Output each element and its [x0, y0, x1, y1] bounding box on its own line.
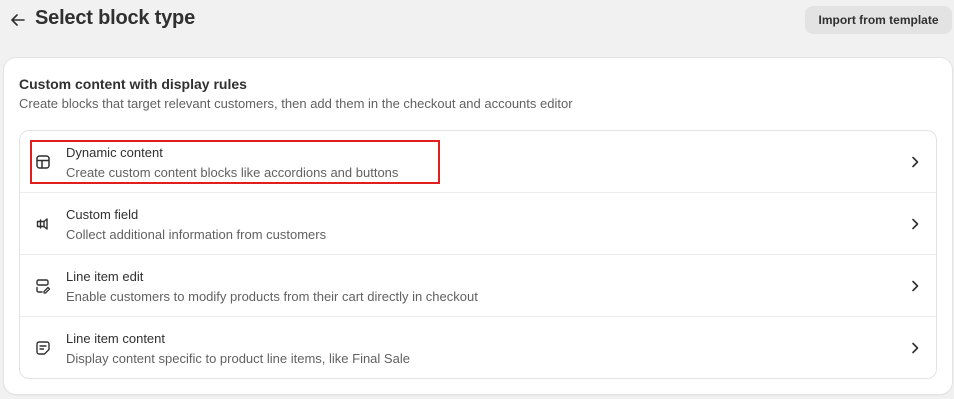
chevron-right-icon [908, 278, 922, 294]
block-type-title: Dynamic content [66, 145, 163, 160]
arrow-left-icon[interactable] [8, 10, 28, 30]
note-icon [34, 339, 52, 357]
import-from-template-button[interactable]: Import from template [805, 6, 952, 34]
card-subtitle: Create blocks that target relevant custo… [19, 96, 573, 111]
block-type-title: Custom field [66, 207, 139, 222]
block-type-description: Collect additional information from cust… [66, 227, 327, 242]
chevron-right-icon [908, 340, 922, 356]
block-type-line-item-edit[interactable]: Line item edit Enable customers to modif… [20, 255, 936, 317]
custom-field-icon [34, 215, 52, 233]
card-title: Custom content with display rules [19, 76, 247, 92]
block-type-title: Line item edit [66, 269, 144, 284]
block-type-custom-field[interactable]: Custom field Collect additional informat… [20, 193, 936, 255]
block-type-list: Dynamic content Create custom content bl… [19, 130, 937, 379]
chevron-right-icon [908, 154, 922, 170]
block-type-card: Custom content with display rules Create… [4, 58, 952, 394]
page-title: Select block type [35, 7, 195, 29]
block-type-dynamic-content[interactable]: Dynamic content Create custom content bl… [20, 131, 936, 193]
chevron-right-icon [908, 216, 922, 232]
block-type-line-item-content[interactable]: Line item content Display content specif… [20, 317, 936, 378]
block-type-title: Line item content [66, 331, 166, 346]
block-type-description: Enable customers to modify products from… [66, 289, 478, 304]
page-header: Select block type Import from template [0, 0, 954, 40]
layout-icon [34, 153, 52, 171]
line-item-edit-icon [34, 277, 52, 295]
block-type-description: Display content specific to product line… [66, 351, 410, 366]
block-type-description: Create custom content blocks like accord… [66, 165, 399, 180]
